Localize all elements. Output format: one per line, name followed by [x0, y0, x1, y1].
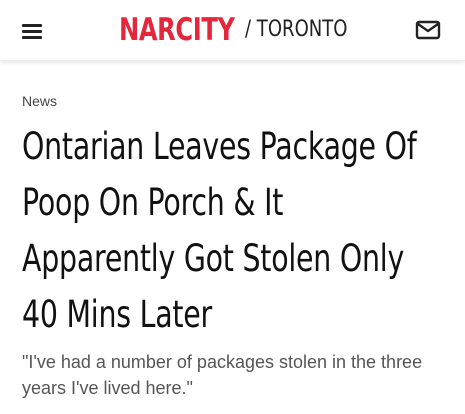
- mail-icon[interactable]: [414, 19, 442, 41]
- article-subhead: "I've had a number of packages stolen in…: [22, 352, 423, 398]
- menu-bar-top: [22, 24, 42, 27]
- category-link[interactable]: News: [22, 93, 57, 109]
- mail-icon-graphic: [415, 20, 441, 40]
- site-header: NARCITY / TORONTO: [0, 0, 465, 61]
- article-headline: Ontarian Leaves Package Of Poop On Porch…: [22, 119, 452, 343]
- menu-bar-bottom: [22, 36, 42, 39]
- logo-text: NARCITY: [119, 11, 235, 48]
- headline-line: Apparently Got Stolen Only: [22, 237, 405, 280]
- hamburger-menu-icon[interactable]: [20, 20, 46, 42]
- city-label: / TORONTO: [245, 17, 348, 42]
- headline-line: 40 Mins Later: [22, 293, 213, 336]
- menu-bar-middle: [22, 30, 42, 33]
- headline-line: Poop On Porch & It: [22, 181, 284, 224]
- city-link-toronto[interactable]: / TORONTO: [245, 13, 370, 47]
- headline-line: Ontarian Leaves Package Of: [22, 125, 417, 168]
